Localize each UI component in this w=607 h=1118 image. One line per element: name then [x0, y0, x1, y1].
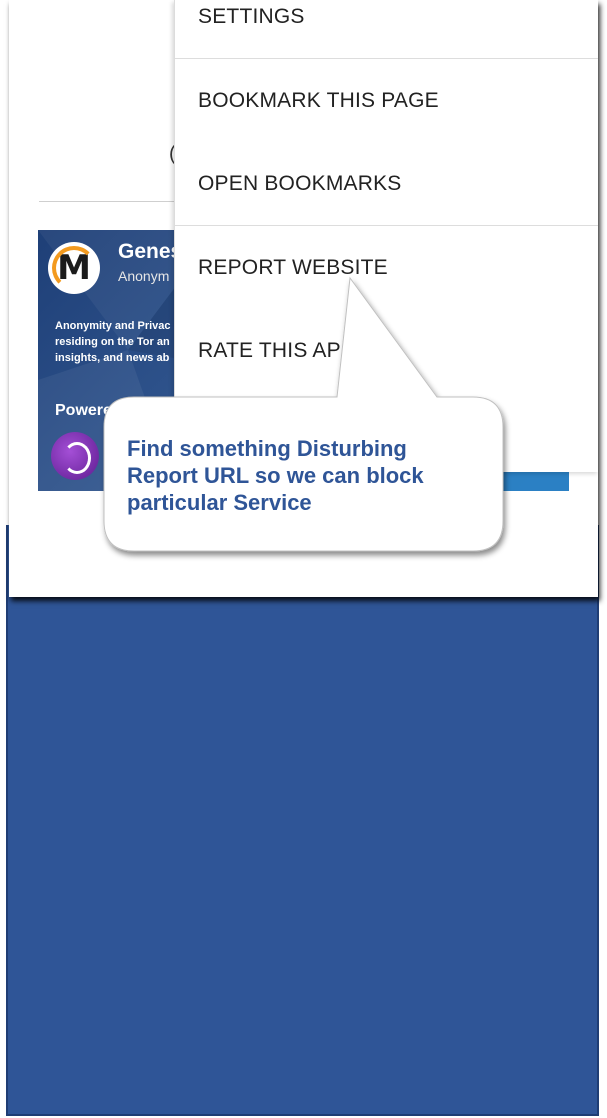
callout-line: Find something Disturbing [127, 436, 407, 461]
banner-desc-line: residing on the Tor an [55, 336, 170, 348]
callout-text: Find something Disturbing Report URL so … [127, 435, 487, 516]
tor-onion-icon [51, 432, 99, 480]
menu-item-rate-app[interactable]: RATE THIS AP [175, 322, 598, 380]
blue-background [6, 525, 599, 1116]
overflow-menu: SETTINGS BOOKMARK THIS PAGE OPEN BOOKMAR… [174, 0, 598, 472]
banner-desc-line: Anonymity and Privac [55, 320, 171, 332]
banner-powered-label: Powere [55, 402, 112, 419]
page-divider [39, 201, 189, 202]
banner-desc-line: insights, and news ab [55, 352, 170, 364]
menu-divider [175, 225, 598, 226]
m-logo-icon: M [48, 242, 100, 294]
banner-title: Genes [118, 240, 183, 263]
banner-subtitle: Anonym [118, 268, 170, 284]
callout-line: Report URL so we can block [127, 463, 424, 488]
menu-item-bookmark-page[interactable]: BOOKMARK THIS PAGE [175, 72, 598, 130]
menu-item-open-bookmarks[interactable]: OPEN BOOKMARKS [175, 155, 598, 213]
callout-line: particular Service [127, 490, 312, 515]
menu-divider [175, 58, 598, 59]
banner-description: Anonymity and Privac residing on the Tor… [55, 318, 171, 366]
menu-item-settings[interactable]: SETTINGS [175, 0, 598, 46]
menu-item-report-website[interactable]: REPORT WEBSITE [175, 239, 598, 297]
